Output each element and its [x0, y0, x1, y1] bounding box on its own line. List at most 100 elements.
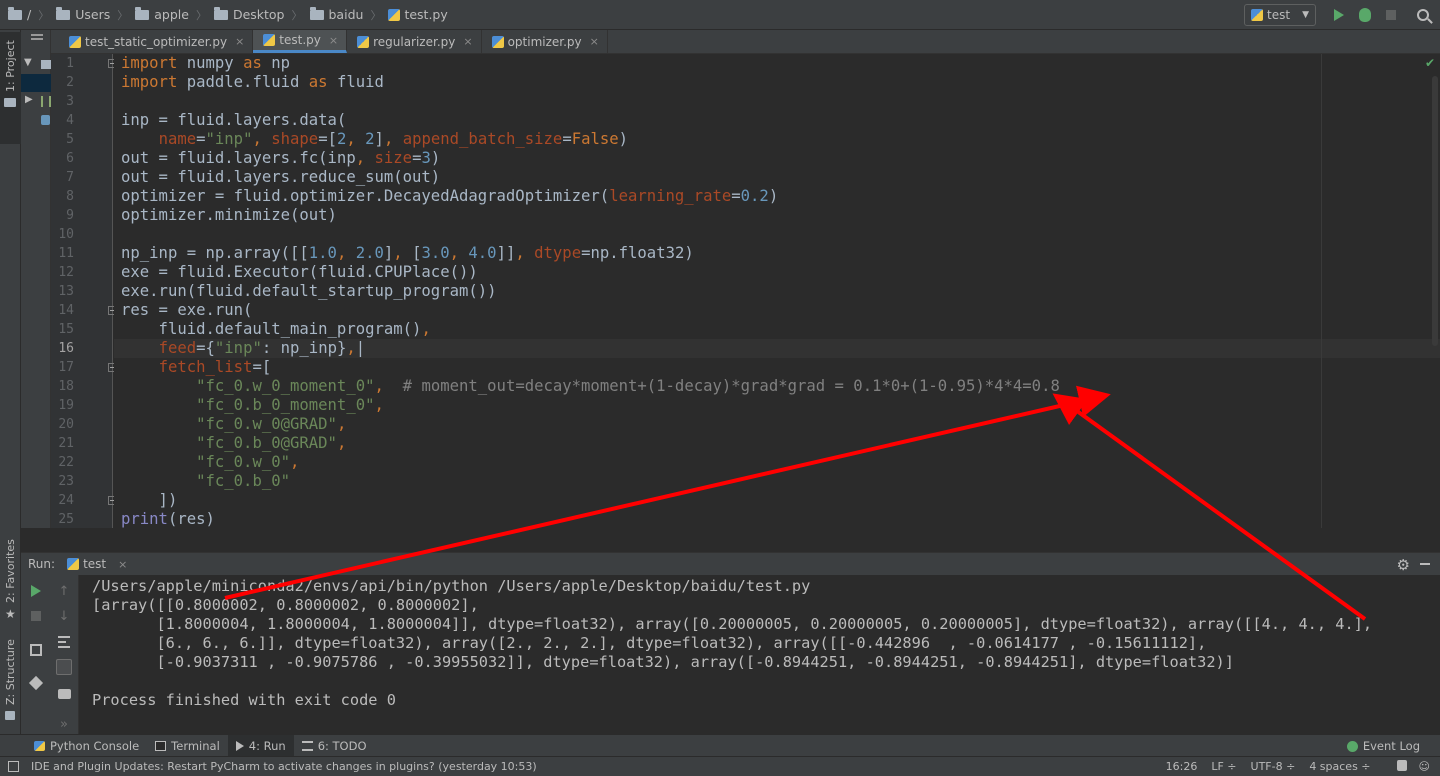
code-line[interactable]: exe.run(fluid.default_startup_program()): [121, 282, 497, 301]
soft-wrap-button[interactable]: [53, 631, 75, 653]
status-message[interactable]: IDE and Plugin Updates: Restart PyCharm …: [31, 760, 537, 773]
code-line[interactable]: out = fluid.layers.fc(inp, size=3): [121, 149, 440, 168]
tab-optimizer[interactable]: optimizer.py ×: [482, 30, 608, 53]
code-line[interactable]: optimizer = fluid.optimizer.DecayedAdagr…: [121, 187, 778, 206]
breadcrumb-file[interactable]: test.py: [388, 7, 448, 22]
tool-windows-icon[interactable]: [8, 761, 19, 772]
breadcrumb-label: baidu: [328, 7, 364, 22]
code-line[interactable]: import numpy as np: [121, 54, 290, 73]
favorites-tool-button[interactable]: 2: Favorites ★: [0, 535, 21, 625]
structure-tool-button[interactable]: Z: Structure: [0, 635, 21, 727]
run-tool-button[interactable]: 4: Run: [227, 734, 294, 757]
code-line[interactable]: fetch_list=[: [121, 358, 272, 377]
project-tool-label: 1: Project: [4, 40, 17, 92]
code-line[interactable]: inp = fluid.layers.data(: [121, 111, 346, 130]
tab-label: test.py: [279, 33, 321, 47]
run-config-select[interactable]: test ▼: [1244, 4, 1316, 26]
line-number: 23: [58, 474, 74, 489]
python-file-icon: [263, 34, 276, 46]
code-line[interactable]: res = exe.run(: [121, 301, 252, 320]
indent-setting[interactable]: 4 spaces ÷: [1309, 760, 1370, 774]
line-number: 9: [66, 208, 74, 223]
code-line[interactable]: feed={"inp": np_inp},|: [121, 339, 366, 358]
file-encoding[interactable]: UTF-8 ÷: [1251, 760, 1296, 774]
breadcrumb-desktop[interactable]: Desktop: [213, 6, 285, 22]
breadcrumb-users[interactable]: Users: [56, 6, 110, 22]
code-line[interactable]: fluid.default_main_program(),: [121, 320, 431, 339]
todo-button[interactable]: 6: TODO: [294, 735, 375, 757]
search-everywhere-button[interactable]: [1410, 2, 1436, 28]
code-line[interactable]: "fc_0.b_0@GRAD",: [121, 434, 346, 453]
tree-row-selected[interactable]: [21, 74, 51, 92]
stop-button[interactable]: [1378, 2, 1404, 28]
code-line[interactable]: np_inp = np.array([[1.0, 2.0], [3.0, 4.0…: [121, 244, 694, 263]
code-line[interactable]: "fc_0.w_0@GRAD",: [121, 415, 346, 434]
code-token: learning_rate: [609, 187, 732, 205]
code-line[interactable]: ]): [121, 491, 178, 510]
console-line: [-0.9037311 , -0.9075786 , -0.39955032]]…: [92, 653, 1234, 671]
close-icon[interactable]: ×: [329, 34, 338, 47]
run-tab-test[interactable]: test ×: [67, 557, 127, 571]
stop-run-button[interactable]: [25, 605, 47, 627]
code-line[interactable]: import paddle.fluid as fluid: [121, 73, 384, 92]
code-line[interactable]: "fc_0.w_0",: [121, 453, 299, 472]
code-token: np: [261, 54, 291, 72]
chevron-right-icon: 〉: [38, 8, 50, 22]
folder-icon: [135, 6, 150, 20]
run-console[interactable]: /Users/apple/miniconda2/envs/api/bin/pyt…: [80, 575, 1440, 734]
scroll-to-end-button[interactable]: [53, 656, 75, 678]
tree-row[interactable]: ▶: [21, 93, 51, 111]
print-button[interactable]: [53, 683, 75, 705]
line-separator[interactable]: LF ÷: [1211, 760, 1236, 774]
debug-button[interactable]: [1352, 2, 1378, 28]
close-icon[interactable]: ×: [235, 35, 244, 48]
code-line[interactable]: "fc_0.w_0_moment_0", # moment_out=decay*…: [121, 377, 1060, 396]
close-icon[interactable]: ×: [118, 558, 127, 571]
line-number: 11: [58, 246, 74, 261]
lock-icon[interactable]: [1383, 760, 1407, 774]
code-line[interactable]: name="inp", shape=[2, 2], append_batch_s…: [121, 130, 629, 149]
run-button[interactable]: [1326, 2, 1352, 28]
breadcrumb-apple[interactable]: apple: [135, 6, 189, 22]
code-token: inp = fluid.layers.data(: [121, 111, 347, 129]
gear-icon[interactable]: ⚙: [1397, 556, 1410, 574]
event-log-button[interactable]: Event Log: [1346, 735, 1420, 757]
code-line[interactable]: print(res): [121, 510, 215, 528]
breadcrumb-baidu[interactable]: baidu: [309, 6, 364, 22]
line-number: 20: [58, 417, 74, 432]
project-tool-button[interactable]: 1: Project: [0, 32, 21, 144]
pin-tab-button[interactable]: [25, 672, 47, 694]
caret-position[interactable]: 16:26: [1166, 760, 1198, 774]
tree-row[interactable]: [21, 112, 51, 130]
terminal-button[interactable]: Terminal: [147, 735, 228, 757]
code-line[interactable]: "fc_0.b_0": [121, 472, 290, 491]
code-line[interactable]: out = fluid.layers.reduce_sum(out): [121, 168, 440, 187]
more-button[interactable]: »: [53, 713, 75, 735]
minimize-icon[interactable]: [1420, 563, 1430, 565]
code-editor[interactable]: ✔ import numpy as np import paddle.fluid …: [114, 54, 1440, 528]
inspector-icon[interactable]: ☺: [1419, 760, 1430, 774]
line-number: 8: [66, 189, 74, 204]
scroll-down-button[interactable]: ↓: [53, 605, 75, 627]
code-line[interactable]: optimizer.minimize(out): [121, 206, 337, 225]
close-icon[interactable]: ×: [463, 35, 472, 48]
tree-row[interactable]: ▼: [21, 56, 51, 74]
tab-test[interactable]: test.py ×: [253, 30, 348, 53]
scroll-up-button[interactable]: ↑: [53, 580, 75, 602]
code-line[interactable]: exe = fluid.Executor(fluid.CPUPlace()): [121, 263, 478, 282]
inspection-ok-icon[interactable]: ✔: [1425, 56, 1435, 70]
editor-gutter[interactable]: 1 2 3 4 5 6 7 8 9 10 11 12 13 14 15 16 17 18 19 20 21 22 23 24 2…: [51, 54, 139, 528]
code-token: False: [571, 130, 619, 148]
code-line[interactable]: "fc_0.b_0_moment_0",: [121, 396, 384, 415]
hamburger-icon[interactable]: [31, 34, 43, 48]
line-number: 16: [58, 341, 74, 356]
python-console-button[interactable]: Python Console: [26, 735, 147, 757]
tab-test-static-optimizer[interactable]: test_static_optimizer.py ×: [59, 30, 254, 53]
tab-regularizer[interactable]: regularizer.py ×: [347, 30, 482, 53]
layout-button[interactable]: [25, 639, 47, 661]
editor-scrollbar[interactable]: [1432, 76, 1438, 346]
rerun-button[interactable]: [25, 580, 47, 602]
breadcrumb-root[interactable]: /: [8, 6, 31, 22]
close-icon[interactable]: ×: [590, 35, 599, 48]
